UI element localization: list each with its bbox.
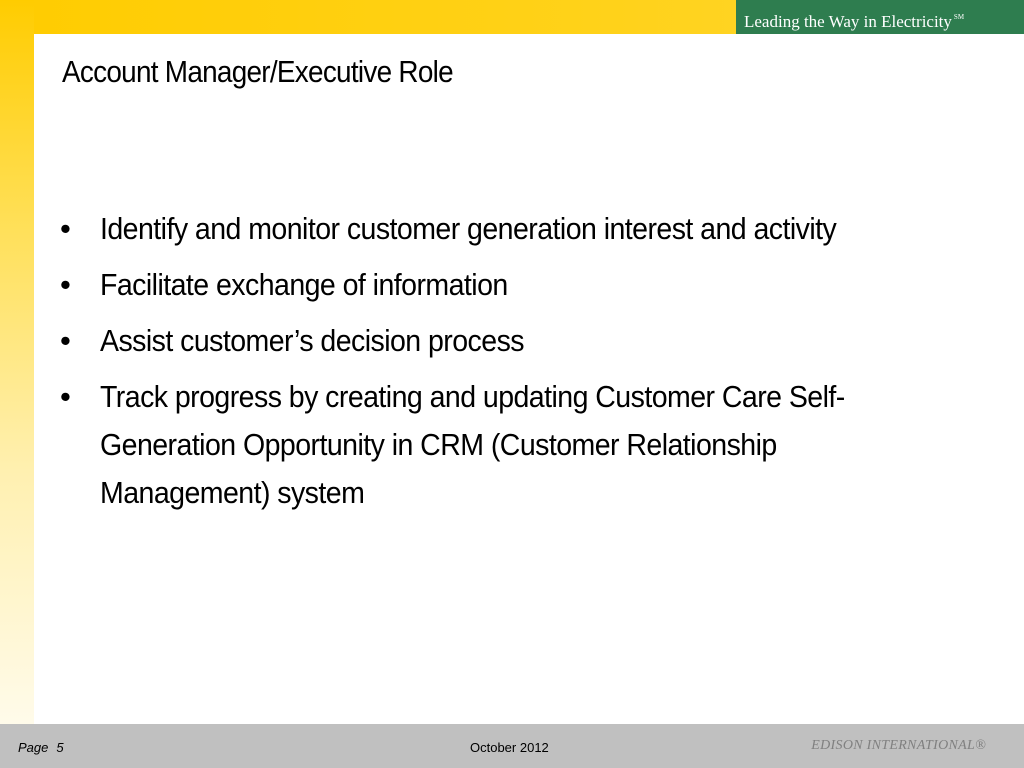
bullet-marker: • (60, 379, 71, 414)
bullet-marker: • (60, 323, 71, 358)
bullet-item: • Track progress by creating and updatin… (60, 373, 960, 517)
bullet-text: Track progress by creating and updating … (100, 379, 845, 510)
slide-title: Account Manager/Executive Role (62, 54, 454, 89)
bullet-item: • Facilitate exchange of information (60, 261, 960, 309)
bullet-marker: • (60, 211, 71, 246)
footer-date: October 2012 (470, 740, 549, 755)
company-logo-text: EDISON INTERNATIONAL® (811, 738, 986, 753)
page-label: Page (18, 740, 49, 755)
left-accent-band (0, 0, 34, 724)
slide-footer: Page 5 October 2012 EDISON INTERNATIONAL® (0, 724, 1024, 768)
bullet-text: Facilitate exchange of information (100, 267, 508, 302)
page-number: 5 (56, 740, 64, 755)
bullet-item: • Identify and monitor customer generati… (60, 205, 960, 253)
bullet-list: • Identify and monitor customer generati… (60, 205, 960, 525)
bullet-text: Assist customer’s decision process (100, 323, 525, 358)
page-indicator: Page 5 (18, 740, 64, 755)
service-mark: SM (953, 13, 965, 21)
bullet-marker: • (60, 267, 71, 302)
bullet-item: • Assist customer’s decision process (60, 317, 960, 365)
bullet-text: Identify and monitor customer generation… (100, 211, 837, 246)
tagline-banner: Leading the Way in Electricity SM (736, 0, 1024, 34)
tagline-text: Leading the Way in Electricity (744, 12, 952, 31)
